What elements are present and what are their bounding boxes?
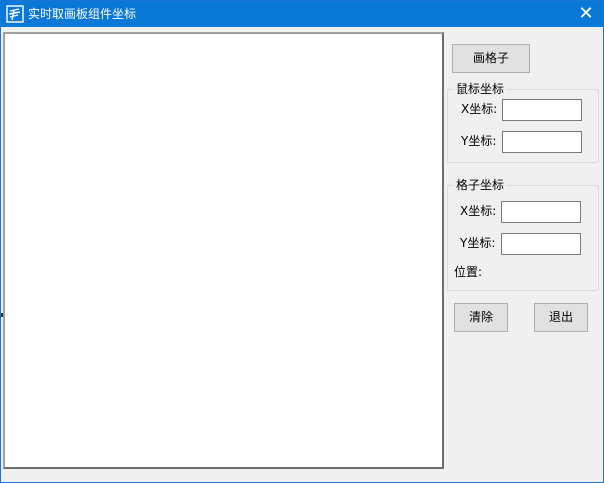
mouse-x-label: X坐标:	[461, 102, 498, 116]
mouse-coords-group-title: 鼠标坐标	[454, 82, 507, 96]
close-icon: ✕	[578, 3, 594, 24]
grid-x-label: X坐标:	[460, 204, 497, 218]
exit-button[interactable]: 退出	[534, 303, 588, 332]
main-window: 实时取画板组件坐标 ✕ 画格子 鼠标坐标 X坐标: Y坐标: 格子坐标 X坐标:…	[0, 0, 604, 483]
grid-x-input[interactable]	[501, 201, 581, 223]
grid-y-input[interactable]	[501, 233, 581, 255]
window-title: 实时取画板组件坐标	[28, 7, 137, 21]
app-logo-icon	[6, 5, 24, 23]
draw-grid-button[interactable]: 画格子	[452, 44, 530, 73]
grid-y-label: Y坐标:	[460, 236, 496, 250]
clear-button[interactable]: 清除	[454, 303, 508, 332]
close-button[interactable]: ✕	[569, 1, 603, 27]
mouse-x-input[interactable]	[502, 99, 582, 121]
title-bar[interactable]: 实时取画板组件坐标 ✕	[1, 1, 603, 27]
position-label: 位置:	[454, 265, 483, 279]
mouse-y-input[interactable]	[502, 131, 582, 153]
mouse-y-label: Y坐标:	[461, 134, 497, 148]
grid-coords-group-title: 格子坐标	[454, 178, 507, 192]
drawing-canvas[interactable]	[3, 32, 444, 469]
